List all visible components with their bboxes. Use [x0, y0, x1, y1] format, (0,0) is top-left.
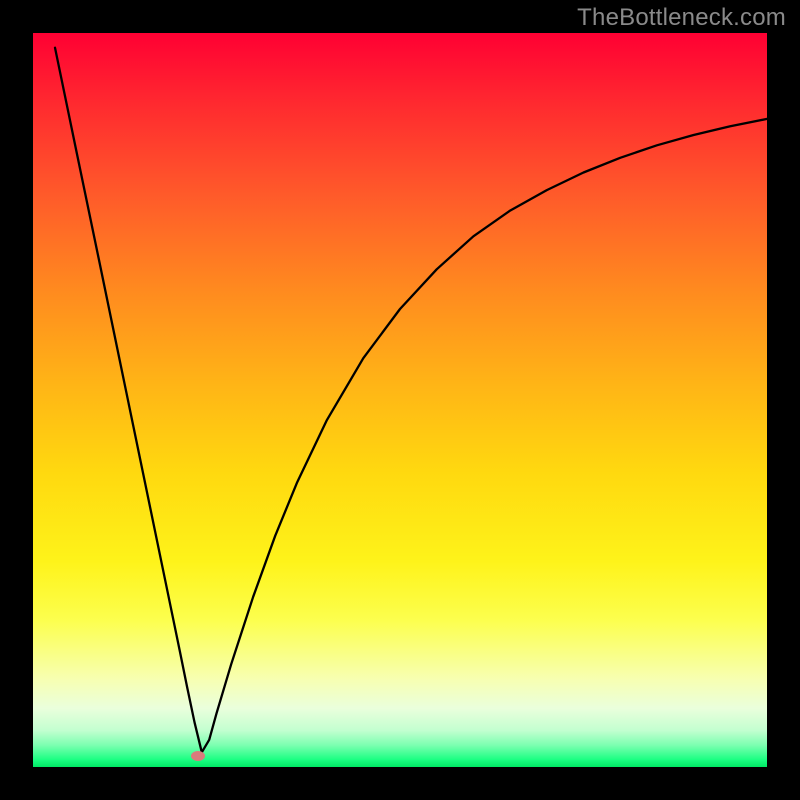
chart-frame: TheBottleneck.com — [0, 0, 800, 800]
bottleneck-curve — [55, 48, 767, 753]
curve-svg — [33, 33, 767, 767]
plot-area — [33, 33, 767, 767]
optimal-point-marker — [191, 751, 205, 761]
watermark-label: TheBottleneck.com — [577, 4, 786, 32]
